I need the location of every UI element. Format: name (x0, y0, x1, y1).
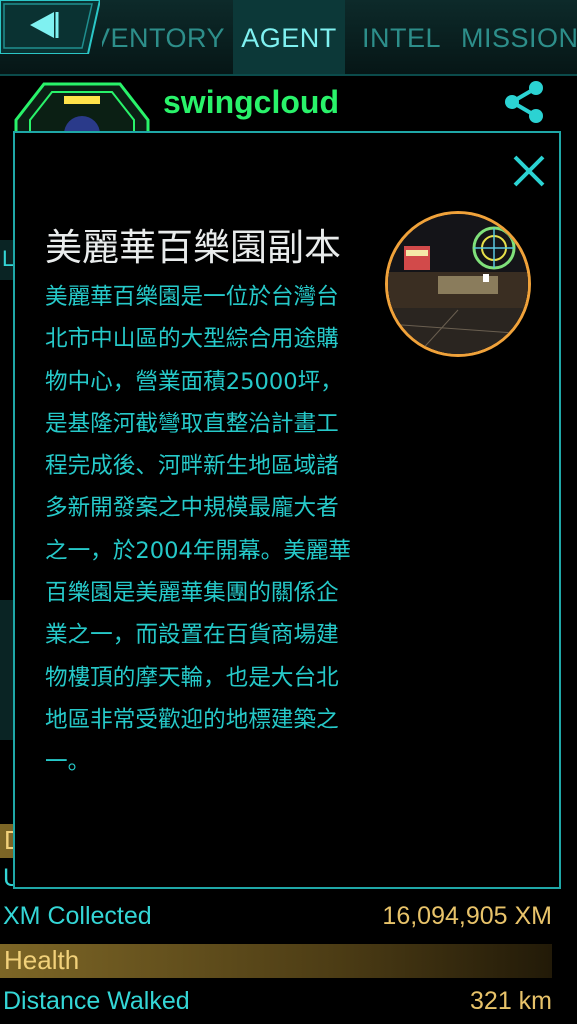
tab-inventory[interactable]: INVENTORY (102, 0, 226, 74)
portal-photo[interactable] (385, 211, 531, 357)
stat-label: XM Collected (3, 902, 152, 930)
stat-label: Distance Walked (3, 987, 190, 1015)
stat-value: 16,094,905 XM (382, 902, 552, 930)
tab-agent[interactable]: AGENT (233, 0, 345, 74)
portal-photo-image (388, 214, 528, 354)
tab-missions[interactable]: MISSIONS (461, 0, 577, 74)
share-icon[interactable] (500, 78, 548, 126)
side-fragment: L (0, 240, 14, 280)
top-tab-bar: INVENTORY AGENT INTEL MISSIONS (0, 0, 577, 76)
stat-row-xm-collected: XM Collected 16,094,905 XM (0, 900, 577, 934)
stat-value: 321 km (470, 987, 552, 1015)
category-bar-health: Health (0, 944, 552, 978)
close-icon[interactable] (511, 153, 547, 189)
agent-name: swingcloud (163, 84, 339, 120)
back-arrow-icon (0, 0, 102, 55)
tab-intel[interactable]: INTEL (362, 0, 442, 74)
side-fragment (0, 600, 14, 740)
portal-description: 美麗華百樂園是一位於台灣台北市中山區的大型綜合用途購物中心，營業面積25000坪… (45, 284, 352, 776)
back-button[interactable] (0, 0, 102, 55)
stat-row-distance-walked: Distance Walked 321 km (0, 985, 577, 1019)
category-label: Health (4, 945, 80, 975)
portal-title: 美麗華百樂園副本 (45, 226, 341, 269)
portal-details-modal: 美麗華百樂園副本 美麗華百樂園是一位於台灣台北市中山區的大型綜合用途購物中心，營… (13, 131, 561, 889)
